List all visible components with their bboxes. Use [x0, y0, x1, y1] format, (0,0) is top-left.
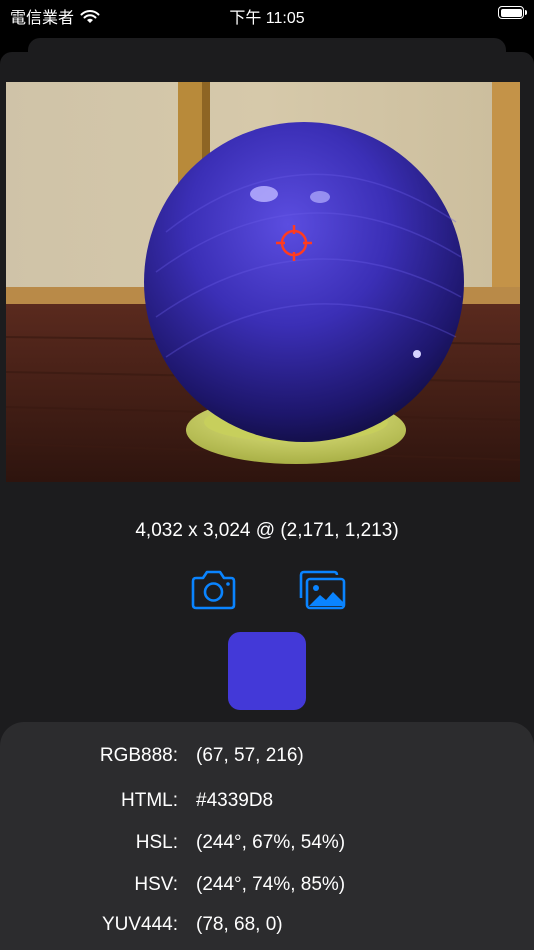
- value-row-rgb888: RGB888: (67, 57, 216): [0, 745, 534, 771]
- value-row-html: HTML: #4339D8: [0, 790, 534, 816]
- color-swatch: [228, 632, 306, 710]
- photo-preview[interactable]: [6, 82, 520, 482]
- value-row-hsl: HSL: (244°, 67%, 54%): [0, 832, 534, 858]
- photo-library-icon: [299, 570, 346, 610]
- camera-button[interactable]: [188, 568, 240, 612]
- value-label: HSV:: [134, 874, 178, 895]
- image-info: 4,032 x 3,024 @ (2,171, 1,213): [135, 520, 399, 541]
- value-text: #4339D8: [196, 790, 274, 811]
- value-text: (244°, 67%, 54%): [196, 832, 346, 853]
- clock: 下午 11:05: [229, 10, 305, 27]
- status-bar: 電信業者 下午 11:05: [0, 0, 534, 30]
- value-label: YUV444:: [101, 914, 178, 935]
- battery-icon: [498, 6, 527, 19]
- value-label: HTML:: [121, 790, 178, 811]
- value-text: (67, 57, 216): [196, 745, 304, 766]
- photo-image: [6, 82, 520, 482]
- photo-library-button[interactable]: [296, 568, 348, 612]
- value-text: (78, 68, 0): [196, 914, 283, 935]
- value-text: (244°, 74%, 85%): [196, 874, 346, 895]
- camera-icon: [191, 570, 236, 610]
- value-row-hsv: HSV: (244°, 74%, 85%): [0, 874, 534, 900]
- value-label: HSL:: [135, 832, 178, 853]
- value-row-yuv444: YUV444: (78, 68, 0): [0, 914, 534, 940]
- value-label: RGB888:: [99, 745, 178, 766]
